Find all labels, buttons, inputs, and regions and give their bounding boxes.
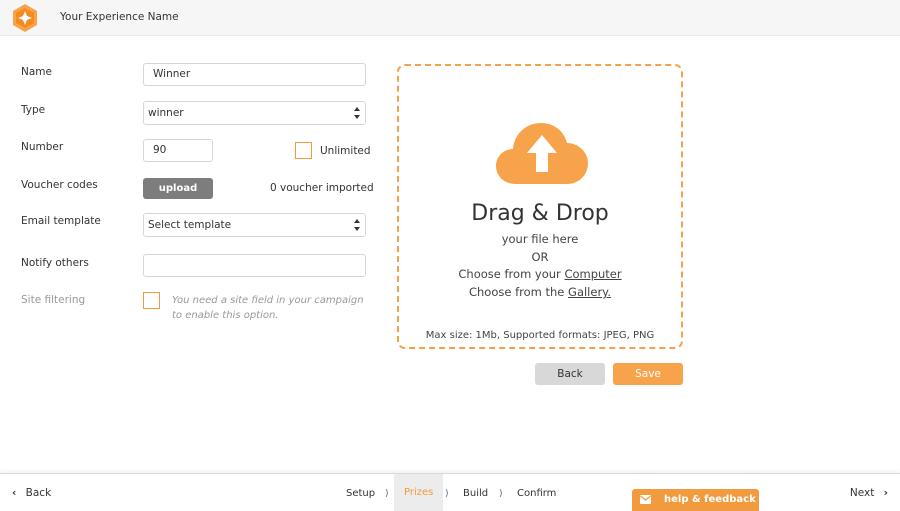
- step-separator-icon: ): [445, 489, 449, 499]
- number-label: Number: [21, 141, 64, 153]
- experience-name: Your Experience Name: [60, 11, 179, 23]
- footer-next-label: Next: [849, 487, 875, 499]
- back-button[interactable]: Back: [535, 363, 605, 385]
- site-filtering-hint: You need a site field in your campaign t…: [172, 295, 364, 321]
- site-filtering-label: Site filtering: [21, 294, 86, 306]
- logo-icon[interactable]: [10, 3, 40, 33]
- top-bar: Your Experience Name: [0, 0, 900, 36]
- unlimited-label: Unlimited: [320, 145, 371, 157]
- site-filtering-checkbox[interactable]: [143, 292, 160, 309]
- computer-link[interactable]: Computer: [564, 267, 621, 281]
- step-separator-icon: ): [499, 489, 503, 499]
- chevron-left-icon: ‹: [12, 487, 17, 499]
- footer-nav: ‹ Back Setup ) Prizes ) Build ) Confirm …: [0, 473, 900, 511]
- chevron-right-icon: ›: [883, 487, 888, 499]
- notify-others-label: Notify others: [21, 257, 89, 269]
- unlimited-checkbox[interactable]: [295, 142, 312, 159]
- mail-icon: [640, 495, 651, 504]
- email-template-label: Email template: [21, 215, 101, 227]
- drop-or: OR: [531, 250, 549, 264]
- save-button[interactable]: Save: [613, 363, 683, 385]
- type-select-value: winner: [148, 107, 184, 119]
- select-arrows-icon: [354, 219, 360, 231]
- help-feedback-label: help & feedback: [664, 494, 756, 505]
- email-template-value: Select template: [148, 219, 232, 231]
- footer-back-label: Back: [25, 487, 52, 499]
- drop-subtitle: your file here: [501, 232, 579, 246]
- gallery-link[interactable]: Gallery.: [568, 285, 611, 299]
- file-dropzone[interactable]: Drag & Drop your file here OR Choose fro…: [397, 64, 683, 349]
- step-confirm[interactable]: Confirm: [517, 488, 556, 499]
- voucher-status: 0 voucher imported: [270, 182, 374, 194]
- type-select[interactable]: winner: [143, 101, 366, 125]
- drag-drop-title: Drag & Drop: [471, 201, 609, 226]
- notify-others-input[interactable]: [143, 254, 366, 277]
- step-separator-icon: ): [385, 489, 389, 499]
- footer-next-link[interactable]: Next ›: [850, 487, 888, 499]
- type-label: Type: [21, 104, 46, 116]
- select-arrows-icon: [354, 107, 360, 119]
- footer-back-link[interactable]: ‹ Back: [12, 487, 51, 499]
- cloud-upload-icon: [496, 123, 588, 184]
- step-prizes[interactable]: Prizes: [394, 474, 444, 511]
- max-size-note: Max size: 1Mb, Supported formats: JPEG, …: [425, 330, 655, 341]
- email-template-select[interactable]: Select template: [143, 213, 366, 237]
- choose-computer: Choose from your Computer: [399, 267, 681, 281]
- choose-computer-prefix: Choose from your: [458, 267, 565, 281]
- name-input[interactable]: Winner: [143, 63, 366, 86]
- step-setup[interactable]: Setup: [346, 488, 375, 499]
- voucher-codes-label: Voucher codes: [21, 179, 98, 191]
- step-build[interactable]: Build: [463, 488, 488, 499]
- help-feedback-button[interactable]: help & feedback: [632, 489, 759, 511]
- number-input[interactable]: 90: [143, 139, 213, 162]
- upload-button[interactable]: upload: [143, 178, 213, 199]
- choose-gallery-prefix: Choose from the: [468, 285, 569, 299]
- choose-gallery: Choose from the Gallery.: [399, 285, 681, 299]
- name-label: Name: [21, 66, 52, 78]
